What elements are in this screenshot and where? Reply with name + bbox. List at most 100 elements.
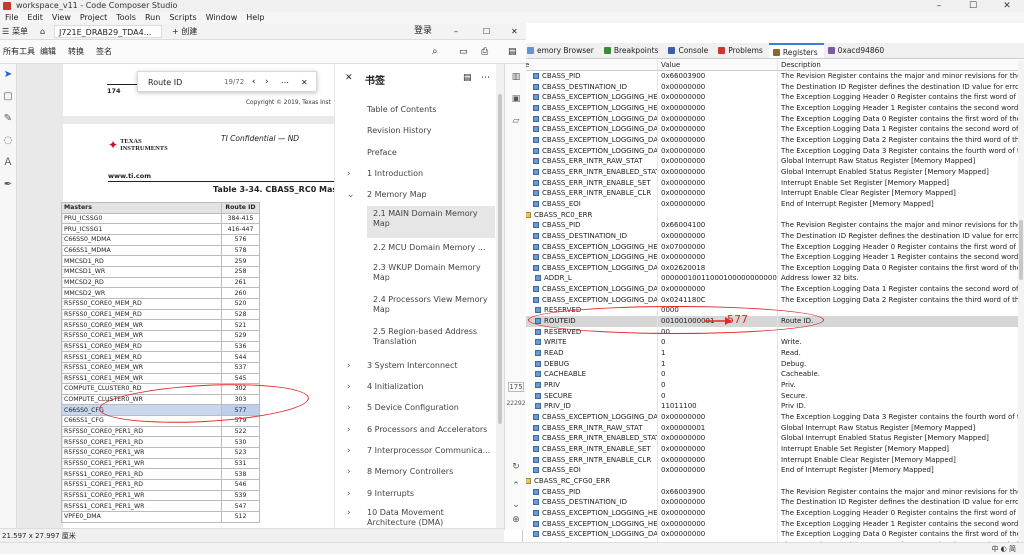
register-row[interactable]: PRIV_ID 11011100 Priv ID. [523,401,1019,412]
menu-item[interactable]: Scripts [169,12,196,23]
comment-icon[interactable]: ▢ [0,86,16,108]
chevron-right-icon[interactable]: › [347,446,351,456]
register-value[interactable]: 0x00000000 [658,465,778,476]
close-bookmarks-icon[interactable]: ✕ [345,73,353,83]
view-tab[interactable]: Breakpoints [600,43,665,58]
menu-item[interactable]: Run [145,12,160,23]
bookmark-options-icon[interactable]: ▤ [463,73,472,83]
register-row[interactable]: CACHEABLE 0 Cacheable. [523,369,1019,381]
bookmark-item[interactable]: › 9 Interrupts [347,484,495,505]
register-row[interactable]: PRIV 0 Priv. [523,380,1019,391]
register-value[interactable]: 0x00000000 [658,188,778,199]
chevron-right-icon[interactable]: › [347,508,351,518]
register-row[interactable]: CBASS_EXCEPTION_LOGGING_HEADE0x00000000T… [523,102,1019,114]
register-value[interactable]: 0x00000000 [658,412,778,423]
register-row[interactable]: READ 1 Read. [523,348,1019,359]
menu-item[interactable]: Edit [27,12,43,23]
register-value[interactable]: 0x00000000 [658,113,778,125]
next-result-icon[interactable]: › [265,72,269,93]
menu-item[interactable]: View [52,12,71,23]
register-row[interactable]: CBASS_PID 0x66003900 The Revision Register… [523,486,1019,498]
close-icon[interactable]: ✕ [511,23,518,40]
register-row[interactable]: CBASS_ERR_INTR_ENABLE_CLR 0x00000000 Inter… [523,188,1019,199]
comments-panel-icon[interactable]: ▱ [505,116,527,126]
register-value[interactable]: 0x00000000 [658,454,778,466]
search-icon[interactable]: ⌕ [432,40,438,64]
register-value[interactable]: 0x07000000 [658,241,778,253]
login-button[interactable]: 登录 [414,23,432,40]
chevron-right-icon[interactable]: › [347,361,351,371]
register-group-row[interactable]: CBASS_RC0_ERR [523,209,1019,221]
register-row[interactable]: CBASS_ERR_INTR_ENABLED_STAT 0x00000000 Glo… [523,433,1019,444]
bookmarks-panel-icon[interactable]: ▣ [505,94,527,104]
register-row[interactable]: ADDR_L 00000010011000100000000000011...Ad… [523,273,1019,285]
minimize-icon[interactable]: – [922,0,956,12]
bookmark-item[interactable]: Table of Contents [367,100,495,121]
select-cursor-icon[interactable]: ➤ [0,64,16,86]
register-value[interactable]: 0 [658,337,778,349]
register-value[interactable]: 0x00000000 [658,156,778,167]
view-tab[interactable]: Registers [768,43,824,58]
col-name-header[interactable]: e [523,60,658,70]
tool-edit[interactable]: 编辑 [40,40,56,64]
register-row[interactable]: CBASS_ERR_INTR_ENABLE_SET 0x00000000 Inter… [523,443,1019,455]
register-row[interactable]: CBASS_ERR_INTR_RAW_STAT 0x00000001 Global … [523,422,1019,434]
bookmark-item[interactable]: › 6 Processors and Accelerators [347,420,495,441]
menu-item[interactable]: Window [206,12,238,23]
bookmark-item[interactable]: 2.5 Region-based Address Translation [367,324,495,356]
register-value[interactable]: 0x00000000 [658,177,778,189]
register-value[interactable] [658,475,778,487]
register-value[interactable]: 0x00000000 [658,198,778,210]
chevron-right-icon[interactable]: › [347,467,351,477]
chevron-right-icon[interactable]: › [347,403,351,413]
register-row[interactable]: CBASS_EXCEPTION_LOGGING_DATA2 0x00000000 T… [523,134,1019,146]
register-value[interactable]: 0x00000000 [658,443,778,455]
current-page[interactable]: 175 [508,382,524,392]
register-value[interactable]: 0 [658,380,778,391]
register-row[interactable]: CBASS_DESTINATION_ID 0x00000000 The Destin… [523,81,1019,93]
prev-result-icon[interactable]: ‹ [252,72,256,93]
document-tab[interactable]: J721E_DRAB29_TDA4... [54,25,162,38]
menu-item[interactable]: File [5,12,18,23]
register-value[interactable]: 0x00000000 [658,92,778,103]
zoom-in-icon[interactable]: ⊕ [505,515,527,525]
register-row[interactable]: CBASS_ERR_INTR_ENABLE_SET 0x00000000 Inter… [523,177,1019,189]
pen-icon[interactable]: ✎ [0,108,16,130]
register-row[interactable]: CBASS_DESTINATION_ID 0x00000000 The Destin… [523,230,1019,242]
register-row[interactable]: CBASS_EXCEPTION_LOGGING_DATA10x00000000T… [523,124,1019,135]
register-row[interactable]: CBASS_EXCEPTION_LOGGING_DATA2 0x0241180C T… [523,294,1019,306]
maximize-icon[interactable]: ☐ [956,0,990,12]
register-value[interactable]: 0x00000000 [658,529,778,540]
register-row[interactable]: SECURE 0 Secure. [523,390,1019,402]
chevron-right-icon[interactable]: › [347,382,351,392]
register-value[interactable]: 0x00000000 [658,102,778,114]
tool-all-tools[interactable]: 所有工具 [3,40,35,64]
register-row[interactable]: CBASS_EOI 0x00000000 End of Interrupt Regi… [523,198,1019,210]
new-tab-button[interactable]: + 创建 [172,23,197,40]
register-row[interactable]: CBASS_ERR_INTR_ENABLE_CLR 0x00000000 Inter… [523,454,1019,466]
register-value[interactable]: 0x00000000 [658,124,778,135]
page-down-icon[interactable]: ⌄ [505,500,527,510]
register-row[interactable]: CBASS_EXCEPTION_LOGGING_DATA3 0x00000000 T… [523,412,1019,423]
register-row[interactable]: CBASS_EOI 0x00000000 End of Interrupt Regi… [523,465,1019,476]
chevron-right-icon[interactable]: › [347,489,351,499]
register-row[interactable]: CBASS_ERR_INTR_ENABLED_STAT 0x00000000 Glo… [523,166,1019,178]
register-value[interactable]: 0x00000000 [658,81,778,93]
bookmark-item[interactable]: › 5 Device Configuration [347,398,495,419]
layout-icon[interactable]: ▤ [508,40,517,64]
bookmark-item[interactable]: 2.3 WKUP Domain Memory Map [367,260,495,292]
minimize-icon[interactable]: – [454,23,458,40]
stamp-icon[interactable]: ✒ [0,174,16,196]
view-tab[interactable]: Console [664,43,714,58]
bookmark-more-icon[interactable]: ⋯ [481,73,490,83]
register-row[interactable]: CBASS_EXCEPTION_LOGGING_DATA0 0x02620018 T… [523,262,1019,274]
bookmarks-scroll-thumb[interactable] [498,94,502,424]
view-tab[interactable]: emory Browser [523,43,600,58]
register-row[interactable]: CBASS_ERR_INTR_RAW_STAT 0x00000000 Global … [523,156,1019,167]
register-row[interactable]: CBASS_EXCEPTION_LOGGING_HEADE0x00000000T… [523,92,1019,103]
page-up-icon[interactable]: ⌃ [505,481,527,491]
register-row[interactable]: CBASS_PID 0x66004100 The Revision Register… [523,220,1019,231]
register-row[interactable]: CBASS_EXCEPTION_LOGGING_HEADE0x07000000T… [523,241,1019,253]
register-value[interactable]: 11011100 [658,401,778,412]
view-tab[interactable]: 0xacd94860 [824,43,891,58]
